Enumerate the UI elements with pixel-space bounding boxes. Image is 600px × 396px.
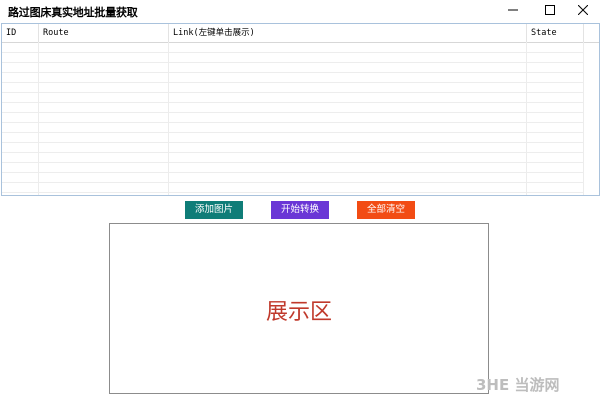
table-row <box>2 93 584 103</box>
add-images-button[interactable]: 添加图片 <box>185 201 243 219</box>
image-list-grid[interactable]: ID Route Link(左键单击展示) State <box>1 23 600 196</box>
column-header-link[interactable]: Link(左键单击展示) <box>169 24 527 42</box>
app-window: 路过图床真实地址批量获取 ID Route Link(左键单击展示) State <box>0 0 600 396</box>
table-row <box>2 183 584 193</box>
grid-header: ID Route Link(左键单击展示) State <box>2 24 599 43</box>
clear-all-button[interactable]: 全部清空 <box>357 201 415 219</box>
table-row <box>2 143 584 153</box>
maximize-button[interactable] <box>533 0 567 20</box>
table-row <box>2 113 584 123</box>
table-row <box>2 133 584 143</box>
title-bar[interactable]: 路过图床真实地址批量获取 <box>0 0 600 22</box>
table-row <box>2 103 584 113</box>
table-row <box>2 163 584 173</box>
minimize-button[interactable] <box>496 0 530 20</box>
maximize-icon <box>545 5 555 15</box>
column-header-route[interactable]: Route <box>39 24 169 42</box>
table-row <box>2 73 584 83</box>
table-row <box>2 123 584 133</box>
window-title: 路过图床真实地址批量获取 <box>8 6 138 19</box>
table-row <box>2 43 584 53</box>
preview-placeholder-label: 展示区 <box>265 300 332 325</box>
column-header-id[interactable]: ID <box>2 24 39 42</box>
close-button[interactable] <box>566 0 600 20</box>
close-icon <box>578 5 588 15</box>
minimize-icon <box>508 9 518 11</box>
site-watermark: 3HE 当游网 <box>476 376 560 394</box>
column-header-state[interactable]: State <box>527 24 584 42</box>
table-row <box>2 83 584 93</box>
start-convert-button[interactable]: 开始转换 <box>271 201 329 219</box>
table-row <box>2 173 584 183</box>
table-row <box>2 53 584 63</box>
table-row <box>2 63 584 73</box>
table-row <box>2 153 584 163</box>
preview-area[interactable]: 展示区 <box>109 223 489 394</box>
